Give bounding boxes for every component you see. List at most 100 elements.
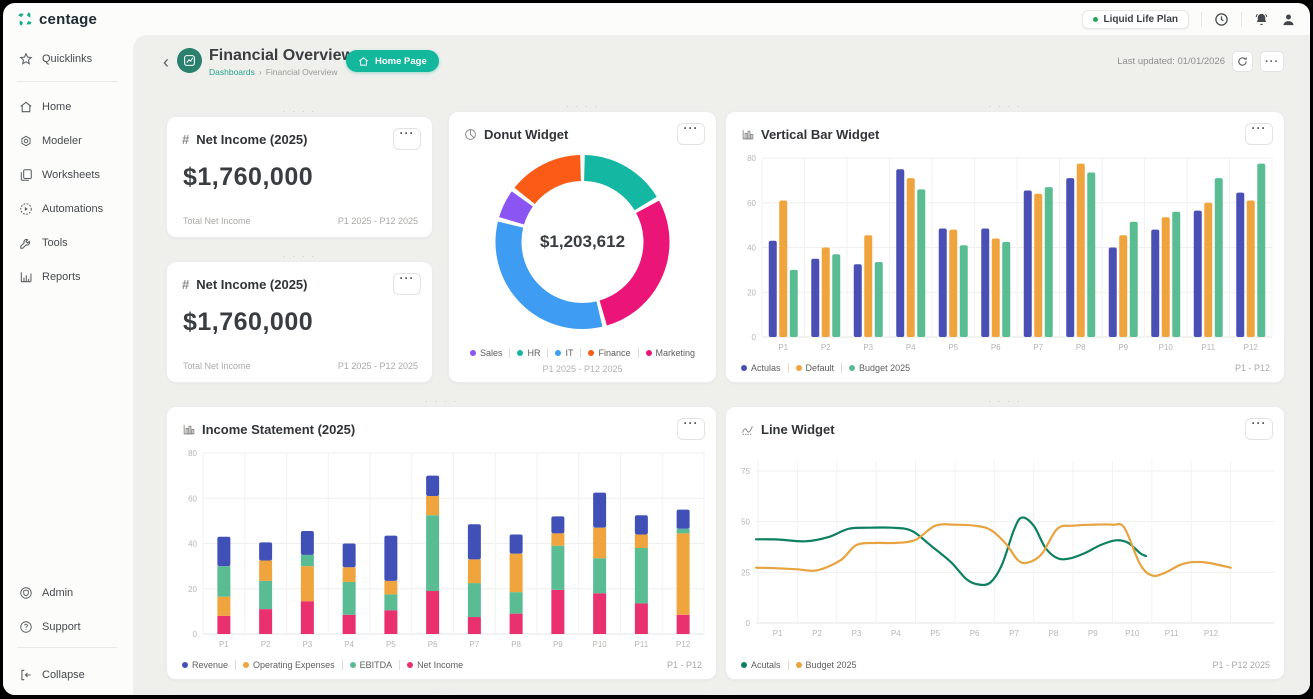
legend-dot [588,350,594,356]
sidebar-item-reports[interactable]: Reports [19,267,81,287]
legend-item[interactable]: Acutals [741,660,781,670]
sidebar-item-modeler[interactable]: Modeler [19,131,82,151]
donut-period-label: P1 2025 - P12 2025 [449,364,716,374]
svg-text:80: 80 [188,449,197,458]
drag-handle[interactable]: · · · · [726,396,1284,406]
legend-label: Net Income [417,660,463,670]
sidebar-item-quicklinks[interactable]: Quicklinks [19,49,92,69]
drag-handle[interactable]: · · · · [167,396,716,406]
bar-chart-icon [19,270,33,284]
worksheets-icon [19,168,33,182]
drag-handle[interactable]: · · · · [449,101,716,111]
sidebar-collapse-button[interactable]: Collapse [19,665,85,685]
page-title: Financial Overview [209,47,354,65]
legend-label: Sales [480,348,503,358]
centage-logo[interactable]: centage [17,11,97,28]
dashboard-more-button[interactable]: ··· [1260,51,1284,72]
legend-dot [470,350,476,356]
legend-dot [555,350,561,356]
user-profile-icon[interactable] [1281,12,1296,27]
legend-item[interactable]: Revenue [182,660,228,670]
breadcrumb-current: Financial Overview [266,67,338,77]
legend-label: Operating Expenses [253,660,335,670]
sidebar-divider-bottom [17,647,117,648]
svg-text:P5: P5 [930,629,940,638]
help-center-icon[interactable] [1214,12,1229,27]
legend-item[interactable]: Actulas [741,363,781,373]
kpi-period-label: P1 2025 - P12 2025 [338,361,418,371]
widget-donut: · · · · Donut Widget ··· $1,203,612 Sale… [448,111,717,383]
widget-menu-button[interactable]: ··· [1245,123,1273,145]
widget-menu-button[interactable]: ··· [677,123,705,145]
svg-text:P6: P6 [991,343,1001,352]
drag-handle[interactable]: · · · · [167,251,432,261]
home-icon-small [358,56,369,67]
legend-item[interactable]: Operating Expenses [235,660,335,670]
svg-text:P9: P9 [553,640,563,649]
notifications-bell-icon[interactable] [1254,12,1269,27]
line-chart: 0255075P1P2P3P4P5P6P7P8P9P10P11P12 [726,407,1284,679]
sidebar-item-home[interactable]: Home [19,97,71,117]
automations-icon [19,202,33,216]
widget-menu-button[interactable]: ··· [677,418,705,440]
legend-item[interactable]: Budget 2025 [788,660,857,670]
sidebar-item-automations[interactable]: Automations [19,199,103,219]
sidebar-item-admin[interactable]: Admin [19,583,73,603]
svg-text:50: 50 [741,518,750,527]
plan-selector-button[interactable]: Liquid Life Plan [1082,10,1189,29]
svg-text:P2: P2 [261,640,271,649]
legend-dot [646,350,652,356]
home-page-badge[interactable]: Home Page [346,50,439,72]
number-widget-icon: # [182,277,189,292]
svg-text:75: 75 [741,467,750,476]
legend-item[interactable]: Budget 2025 [841,363,910,373]
legend-item[interactable]: Sales [470,348,503,358]
svg-text:P3: P3 [302,640,312,649]
sidebar-item-tools[interactable]: Tools [19,233,68,253]
widget-title: Net Income (2025) [196,277,386,292]
legend-item[interactable]: Marketing [638,348,696,358]
widget-net-income-2: · · · · # Net Income (2025) ··· $1,760,0… [166,261,433,383]
legend-item[interactable]: Finance [580,348,630,358]
svg-text:P11: P11 [1201,343,1215,352]
partial-card [448,694,717,695]
svg-text:P2: P2 [812,629,822,638]
svg-text:40: 40 [188,540,197,549]
breadcrumb-dashboards[interactable]: Dashboards [209,67,255,77]
svg-text:P9: P9 [1118,343,1128,352]
partial-card [166,694,440,695]
refresh-button[interactable] [1232,51,1253,72]
legend-dot [741,365,747,371]
legend-item[interactable]: Net Income [399,660,463,670]
line-period-label: P1 - P12 2025 [1212,660,1270,670]
legend-dot [849,365,855,371]
legend-label: Acutals [751,660,781,670]
svg-text:P6: P6 [970,629,980,638]
sidebar-item-worksheets[interactable]: Worksheets [19,165,100,185]
widget-menu-button[interactable]: ··· [393,273,421,295]
legend-label: Finance [598,348,630,358]
svg-text:P10: P10 [1159,343,1174,352]
legend-dot [741,662,747,668]
income-period-label: P1 - P12 [667,660,702,670]
sidebar-item-support[interactable]: Support [19,617,81,637]
collapse-icon [19,668,33,682]
back-button[interactable]: ‹ [163,52,169,72]
breadcrumb-separator: › [259,67,262,77]
widget-net-income-1: · · · · # Net Income (2025) ··· $1,760,0… [166,116,433,238]
svg-text:P8: P8 [1049,629,1059,638]
drag-handle[interactable]: · · · · [167,106,432,116]
drag-handle[interactable]: · · · · [726,101,1284,111]
legend-item[interactable]: HR [509,348,540,358]
legend-label: Revenue [192,660,228,670]
legend-item[interactable]: IT [547,348,573,358]
legend-item[interactable]: Default [788,363,835,373]
widget-menu-button[interactable]: ··· [1245,418,1273,440]
svg-text:P4: P4 [344,640,354,649]
donut-legend: Sales HR IT Finance Marketing [449,348,716,358]
topbar-divider [1201,12,1202,27]
svg-text:25: 25 [741,568,750,577]
plan-status-dot [1093,17,1098,22]
legend-item[interactable]: EBITDA [342,660,393,670]
widget-menu-button[interactable]: ··· [393,128,421,150]
